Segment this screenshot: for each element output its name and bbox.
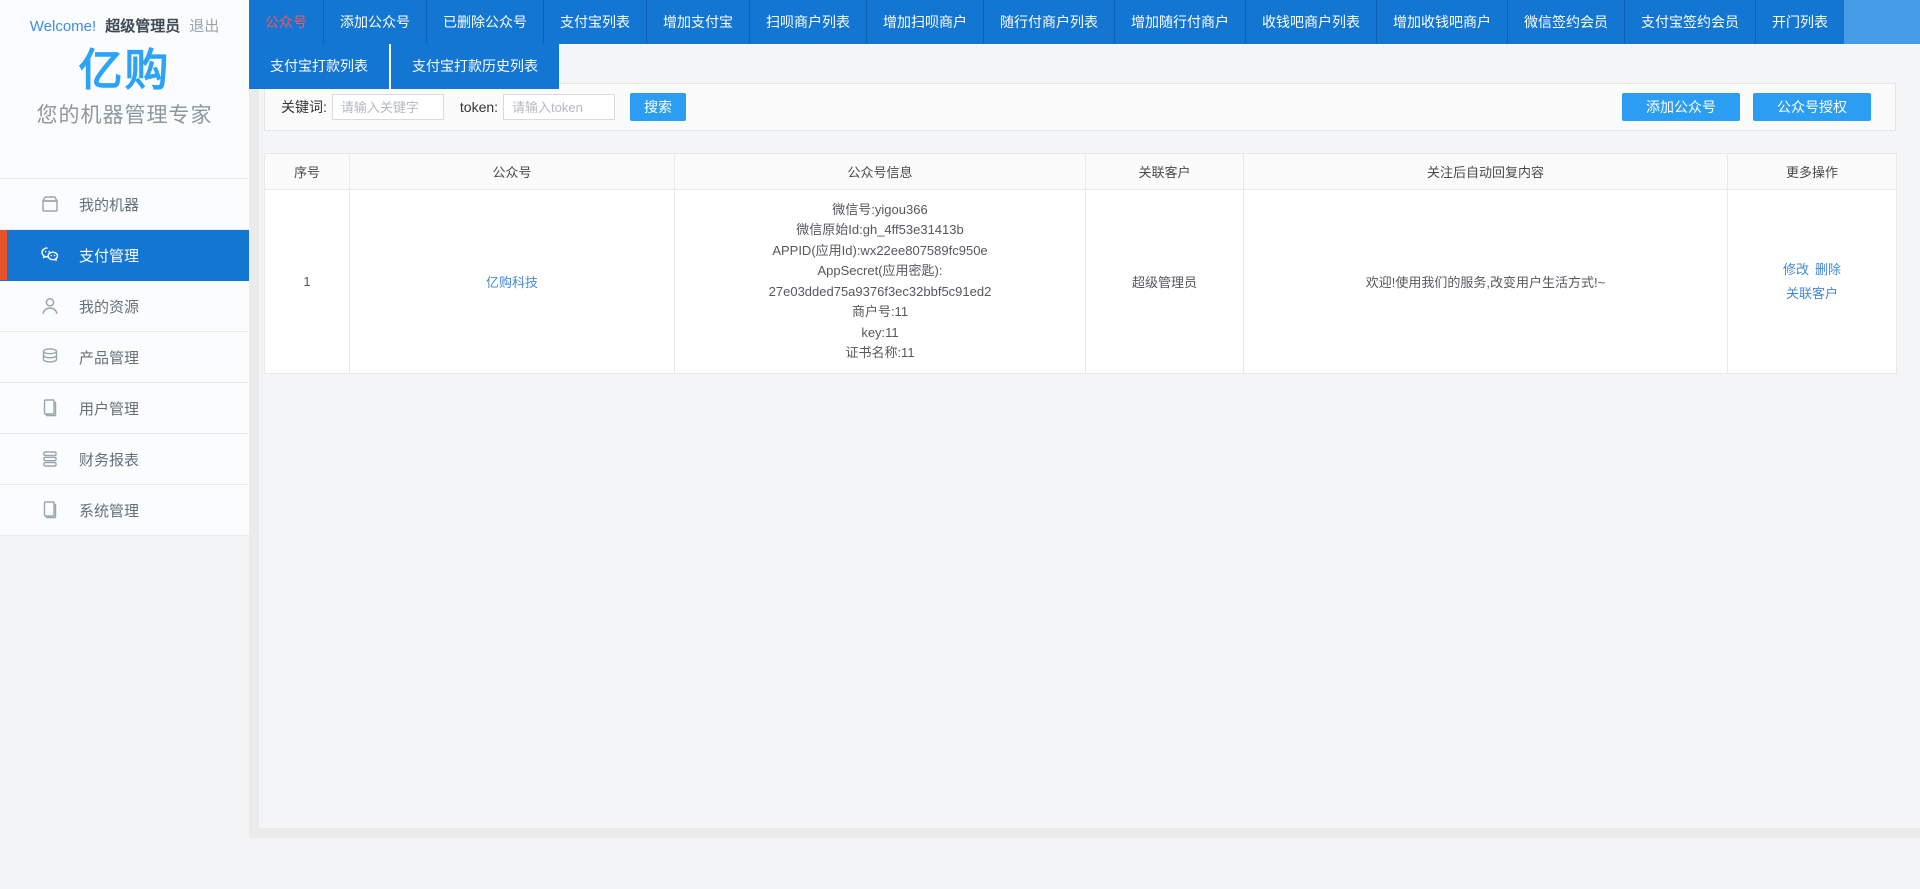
welcome-row: Welcome! 超级管理员 退出 [0,0,249,36]
nav-end-block [1844,0,1920,44]
sidebar-item[interactable]: 我的资源 [0,281,249,332]
keyword-label: 关键词: [281,97,327,117]
account-name-cell: 亿购科技 [350,190,675,374]
top-nav-tab[interactable]: 支付宝签约会员 [1624,0,1755,44]
database-icon [38,345,62,369]
search-button[interactable]: 搜索 [630,93,686,121]
row-action-link[interactable]: 修改 [1783,262,1809,277]
account-info-line: 27e03dded75a9376f3ec32bbf5c91ed2 [685,282,1075,303]
add-account-button[interactable]: 添加公众号 [1622,93,1740,121]
header-row: 序号公众号公众号信息关联客户关注后自动回复内容更多操作 [265,154,1897,190]
system-icon [38,498,62,522]
top-nav-tab[interactable]: 扫呗商户列表 [749,0,866,44]
machine-icon [38,192,62,216]
column-header: 更多操作 [1728,154,1897,190]
actions-line: 修改删除 [1738,258,1886,282]
top-nav-tab[interactable]: 增加随行付商户 [1114,0,1245,44]
sidebar-item-label: 财务报表 [79,449,139,470]
sidebar-item[interactable]: 支付管理 [0,230,249,281]
content-bottom-gutter [249,828,1920,838]
top-nav-tab[interactable]: 增加扫呗商户 [866,0,983,44]
sidebar-item[interactable]: 系统管理 [0,485,249,536]
sidebar-header: Welcome! 超级管理员 退出 亿购 您的机器管理专家 [0,0,249,178]
accounts-table: 序号公众号公众号信息关联客户关注后自动回复内容更多操作 1亿购科技微信号:yig… [264,153,1897,374]
filter-actions: 添加公众号 公众号授权 [1622,93,1871,121]
top-nav-tab[interactable]: 开门列表 [1755,0,1844,44]
account-info-line: 微信原始Id:gh_4ff53e31413b [685,220,1075,241]
account-info-line: AppSecret(应用密匙): [685,261,1075,282]
column-header: 序号 [265,154,350,190]
sidebar-item[interactable]: 用户管理 [0,383,249,434]
account-info-line: key:11 [685,323,1075,344]
actions-line: 关联客户 [1738,282,1886,306]
top-nav-tab[interactable]: 公众号 [249,0,323,44]
column-header: 公众号信息 [675,154,1086,190]
auto-reply-cell: 欢迎!使用我们的服务,改变用户生活方式!~ [1244,190,1728,374]
main-content: 关键词: token: 搜索 添加公众号 公众号授权 序号公众号公众号信息关联客… [259,44,1920,828]
top-nav: 公众号添加公众号已删除公众号支付宝列表增加支付宝扫呗商户列表增加扫呗商户随行付商… [249,0,1920,44]
top-nav-tab[interactable]: 增加支付宝 [646,0,749,44]
sub-nav-tab[interactable]: 支付宝打款列表 [249,44,389,89]
keyword-input[interactable] [332,94,444,120]
table-head: 序号公众号公众号信息关联客户关注后自动回复内容更多操作 [265,154,1897,190]
sidebar-item[interactable]: 财务报表 [0,434,249,485]
table-row: 1亿购科技微信号:yigou366微信原始Id:gh_4ff53e31413bA… [265,190,1897,374]
top-nav-tab[interactable]: 支付宝列表 [543,0,646,44]
sidebar-item[interactable]: 我的机器 [0,179,249,230]
row-index: 1 [265,190,350,374]
brand-logo: 亿购 [0,48,249,94]
sidebar: Welcome! 超级管理员 退出 亿购 您的机器管理专家 我的机器支付管理我的… [0,0,249,889]
brand-tagline: 您的机器管理专家 [0,99,249,129]
sub-nav: 支付宝打款列表支付宝打款历史列表 [249,44,559,89]
top-nav-tab[interactable]: 微信签约会员 [1507,0,1624,44]
sidebar-item[interactable]: 产品管理 [0,332,249,383]
column-header: 关联客户 [1086,154,1244,190]
table-body: 1亿购科技微信号:yigou366微信原始Id:gh_4ff53e31413bA… [265,190,1897,374]
sidebar-item-label: 我的机器 [79,194,139,215]
document-icon [38,396,62,420]
authorize-account-button[interactable]: 公众号授权 [1753,93,1871,121]
wechat-pay-icon [38,243,62,267]
sidebar-item-label: 用户管理 [79,398,139,419]
top-nav-tab[interactable]: 收钱吧商户列表 [1245,0,1376,44]
sidebar-item-label: 系统管理 [79,500,139,521]
top-nav-tab[interactable]: 已删除公众号 [426,0,543,44]
row-action-link[interactable]: 关联客户 [1786,286,1838,301]
top-nav-tab[interactable]: 添加公众号 [323,0,426,44]
token-label: token: [460,99,498,115]
account-info-line: APPID(应用Id):wx22ee807589fc950e [685,241,1075,262]
logout-link[interactable]: 退出 [189,15,219,36]
current-user: 超级管理员 [105,15,180,36]
filter-panel: 关键词: token: 搜索 添加公众号 公众号授权 [264,83,1896,131]
column-header: 公众号 [350,154,675,190]
linked-client-cell: 超级管理员 [1086,190,1244,374]
actions-cell: 修改删除关联客户 [1728,190,1897,374]
account-info-line: 微信号:yigou366 [685,200,1075,221]
report-icon [38,447,62,471]
content-left-gutter [249,89,259,838]
sub-nav-tab[interactable]: 支付宝打款历史列表 [389,44,559,89]
column-header: 关注后自动回复内容 [1244,154,1728,190]
welcome-text: Welcome! [30,18,96,35]
sidebar-menu: 我的机器支付管理我的资源产品管理用户管理财务报表系统管理 [0,178,249,536]
top-nav-tab[interactable]: 增加收钱吧商户 [1376,0,1507,44]
account-info-line: 商户号:11 [685,302,1075,323]
row-action-link[interactable]: 删除 [1815,262,1841,277]
sidebar-item-label: 支付管理 [79,245,139,266]
account-info-cell: 微信号:yigou366微信原始Id:gh_4ff53e31413bAPPID(… [675,190,1086,374]
sidebar-item-label: 产品管理 [79,347,139,368]
account-info-line: 证书名称:11 [685,343,1075,364]
token-input[interactable] [503,94,615,120]
sidebar-item-label: 我的资源 [79,296,139,317]
top-nav-tab[interactable]: 随行付商户列表 [983,0,1114,44]
account-name-link[interactable]: 亿购科技 [486,275,538,290]
user-icon [38,294,62,318]
